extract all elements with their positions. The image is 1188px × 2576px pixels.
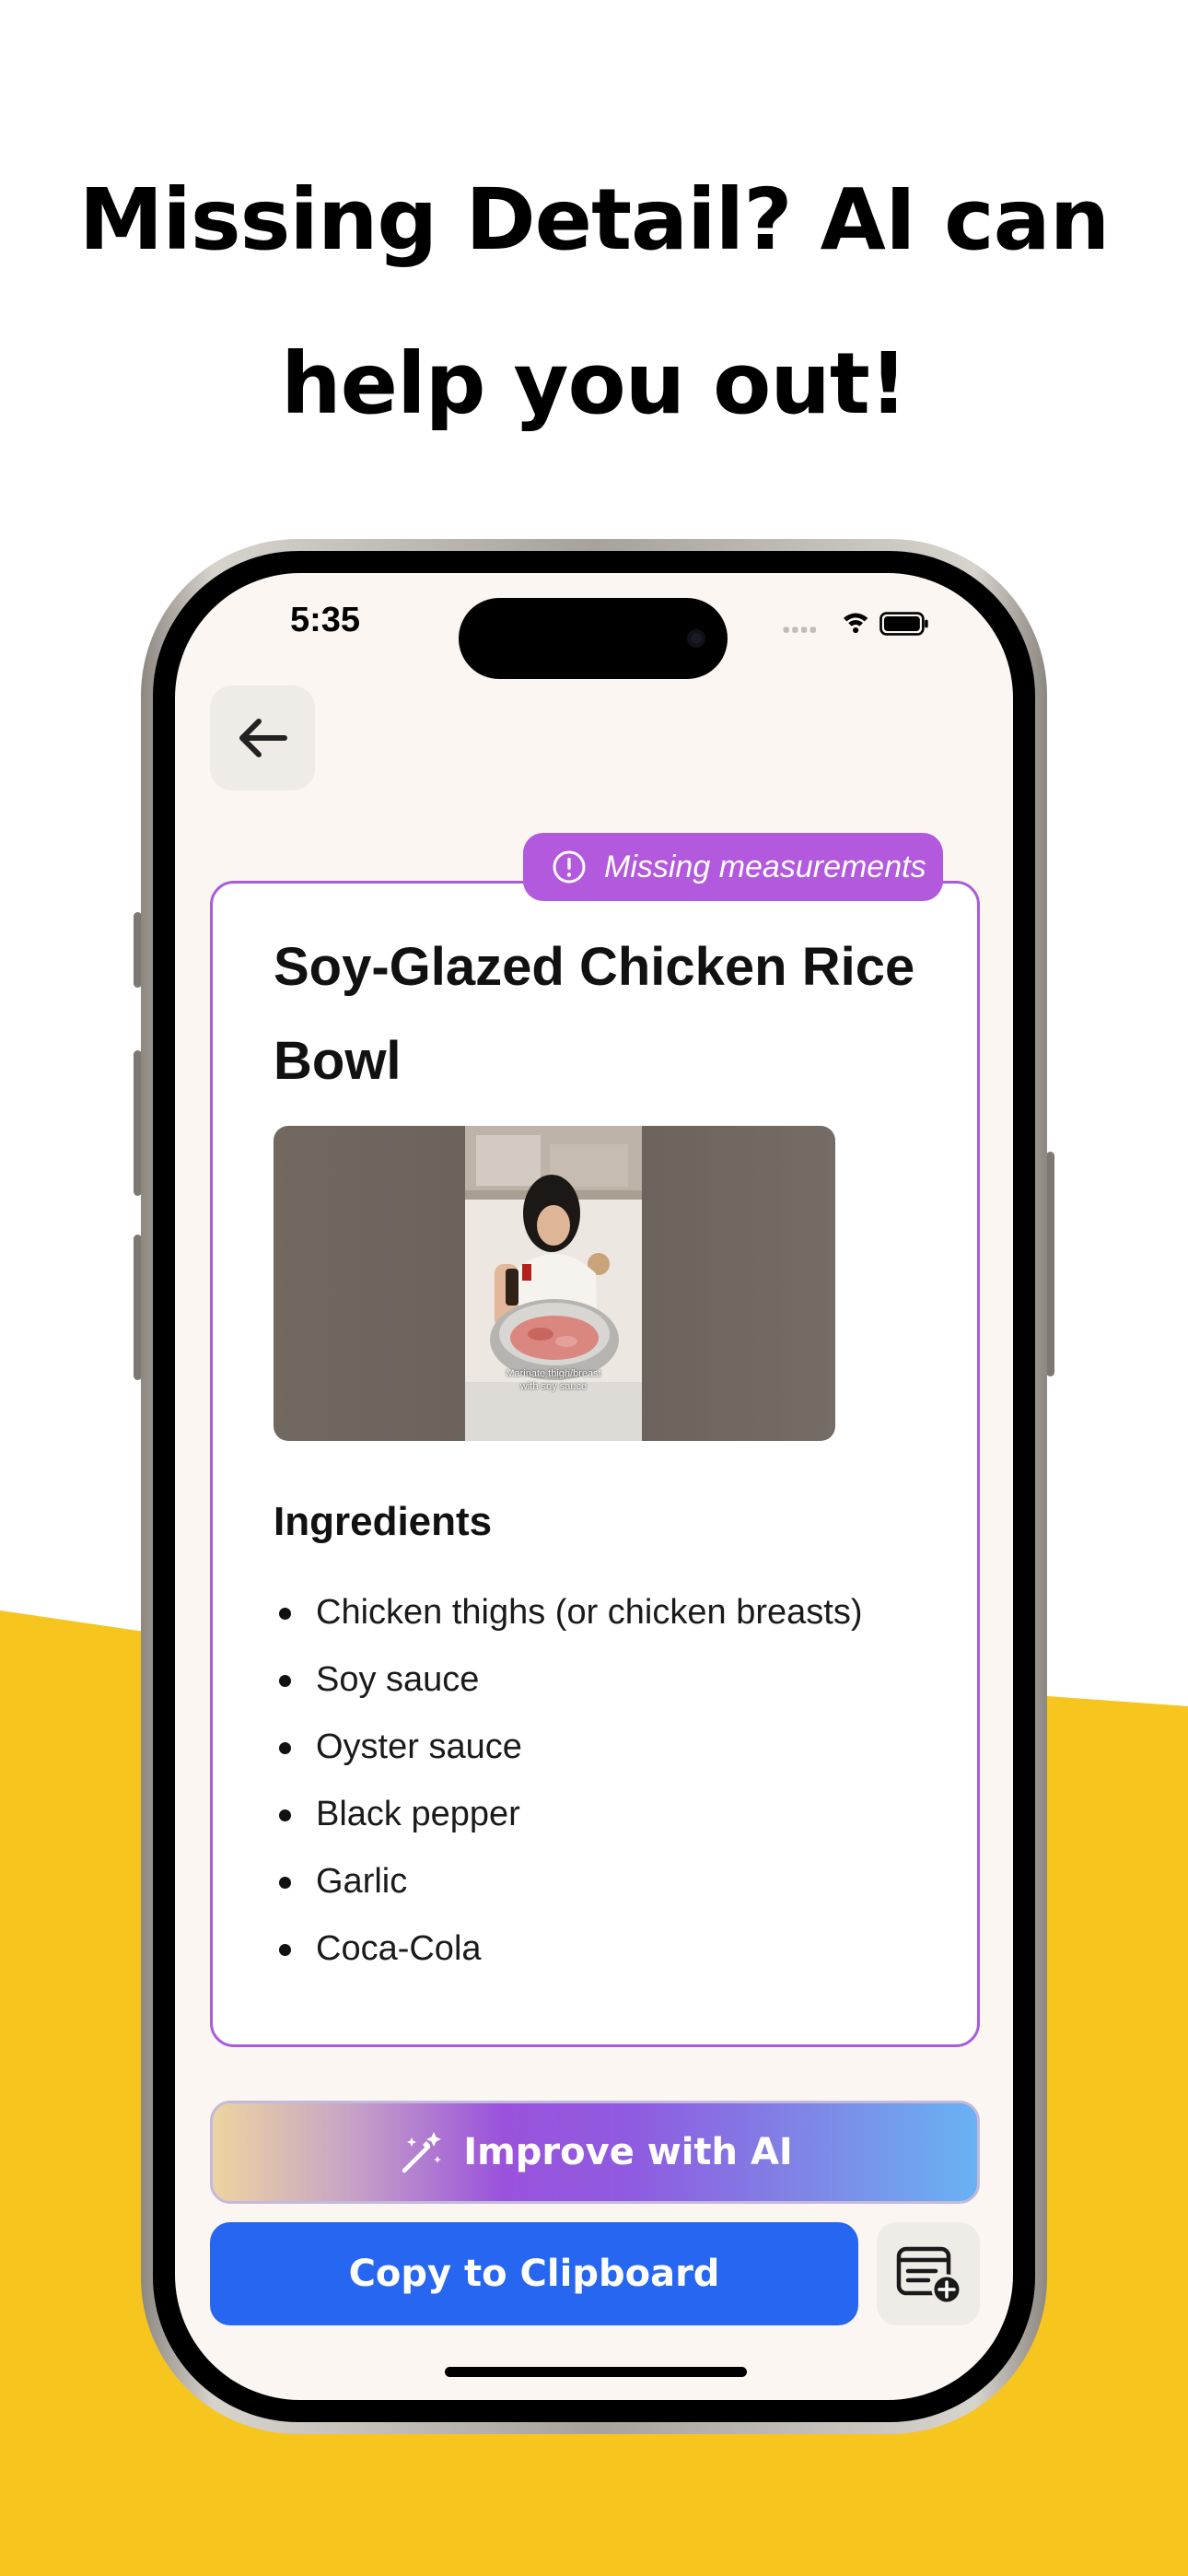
ingredients-list: Chicken thighs (or chicken breasts) Soy … — [274, 1589, 955, 1993]
promo-headline: Missing Detail? AI can help you out! — [0, 138, 1188, 466]
video-frame-image — [465, 1126, 642, 1441]
bullet — [279, 1608, 291, 1620]
list-item: Garlic — [274, 1858, 955, 1926]
list-item: Soy sauce — [274, 1657, 955, 1724]
bullet — [279, 1809, 291, 1821]
ingredient-text: Garlic — [316, 1862, 408, 1901]
thumbnail-caption-line2: with soy sauce — [519, 1381, 588, 1392]
phone-screen: 5:35 Soy-Glazed Chicken Rice Bowl Marina… — [175, 573, 1013, 2400]
warning-badge-label: Missing measurements — [604, 849, 926, 884]
ingredients-heading: Ingredients — [274, 1499, 493, 1544]
exclamation-circle-icon — [553, 850, 586, 884]
ingredient-text: Chicken thighs (or chicken breasts) — [316, 1593, 863, 1632]
magic-wand-icon — [402, 2132, 442, 2173]
bullet — [279, 1675, 291, 1687]
power-button — [1046, 1152, 1054, 1376]
battery-icon — [879, 612, 928, 636]
ingredient-text: Black pepper — [316, 1795, 520, 1833]
back-button[interactable] — [210, 685, 315, 790]
list-item: Oyster sauce — [274, 1724, 955, 1791]
signal-icon — [783, 626, 816, 633]
status-icons — [783, 612, 928, 636]
copy-to-clipboard-button[interactable]: Copy to Clipboard — [210, 2222, 858, 2325]
list-item: Chicken thighs (or chicken breasts) — [274, 1589, 955, 1657]
add-to-list-button[interactable] — [877, 2222, 980, 2325]
list-item: Black pepper — [274, 1791, 955, 1858]
arrow-left-icon — [239, 719, 287, 757]
thumbnail-caption: Marinate thigh/breast with soy sauce — [465, 1367, 642, 1393]
list-item: Coca-Cola — [274, 1926, 955, 1993]
promo-headline-line1: Missing Detail? AI can — [78, 170, 1110, 269]
bullet — [279, 1742, 291, 1754]
thumbnail-caption-line1: Marinate thigh/breast — [506, 1368, 601, 1379]
bullet — [279, 1944, 291, 1956]
camera-icon — [687, 629, 705, 648]
ingredient-text: Soy sauce — [316, 1660, 480, 1699]
recipe-title: Soy-Glazed Chicken Rice Bowl — [274, 937, 915, 1091]
ingredient-text: Coca-Cola — [316, 1929, 482, 1968]
copy-to-clipboard-label: Copy to Clipboard — [348, 2253, 720, 2295]
dynamic-island — [459, 598, 728, 679]
list-add-icon — [896, 2246, 962, 2305]
bullet — [279, 1877, 291, 1889]
improve-with-ai-label: Improve with AI — [463, 2131, 793, 2173]
promo-headline-line2: help you out! — [281, 334, 908, 433]
missing-measurements-badge[interactable]: Missing measurements — [523, 833, 943, 901]
recipe-card: Soy-Glazed Chicken Rice Bowl Marinate th… — [210, 881, 980, 2047]
recipe-video-thumbnail[interactable]: Marinate thigh/breast with soy sauce — [274, 1126, 835, 1441]
wifi-icon — [843, 613, 868, 634]
status-time: 5:35 — [290, 601, 361, 639]
home-indicator[interactable] — [445, 2367, 747, 2377]
ingredient-text: Oyster sauce — [316, 1727, 522, 1766]
improve-with-ai-button[interactable]: Improve with AI — [210, 2101, 980, 2204]
